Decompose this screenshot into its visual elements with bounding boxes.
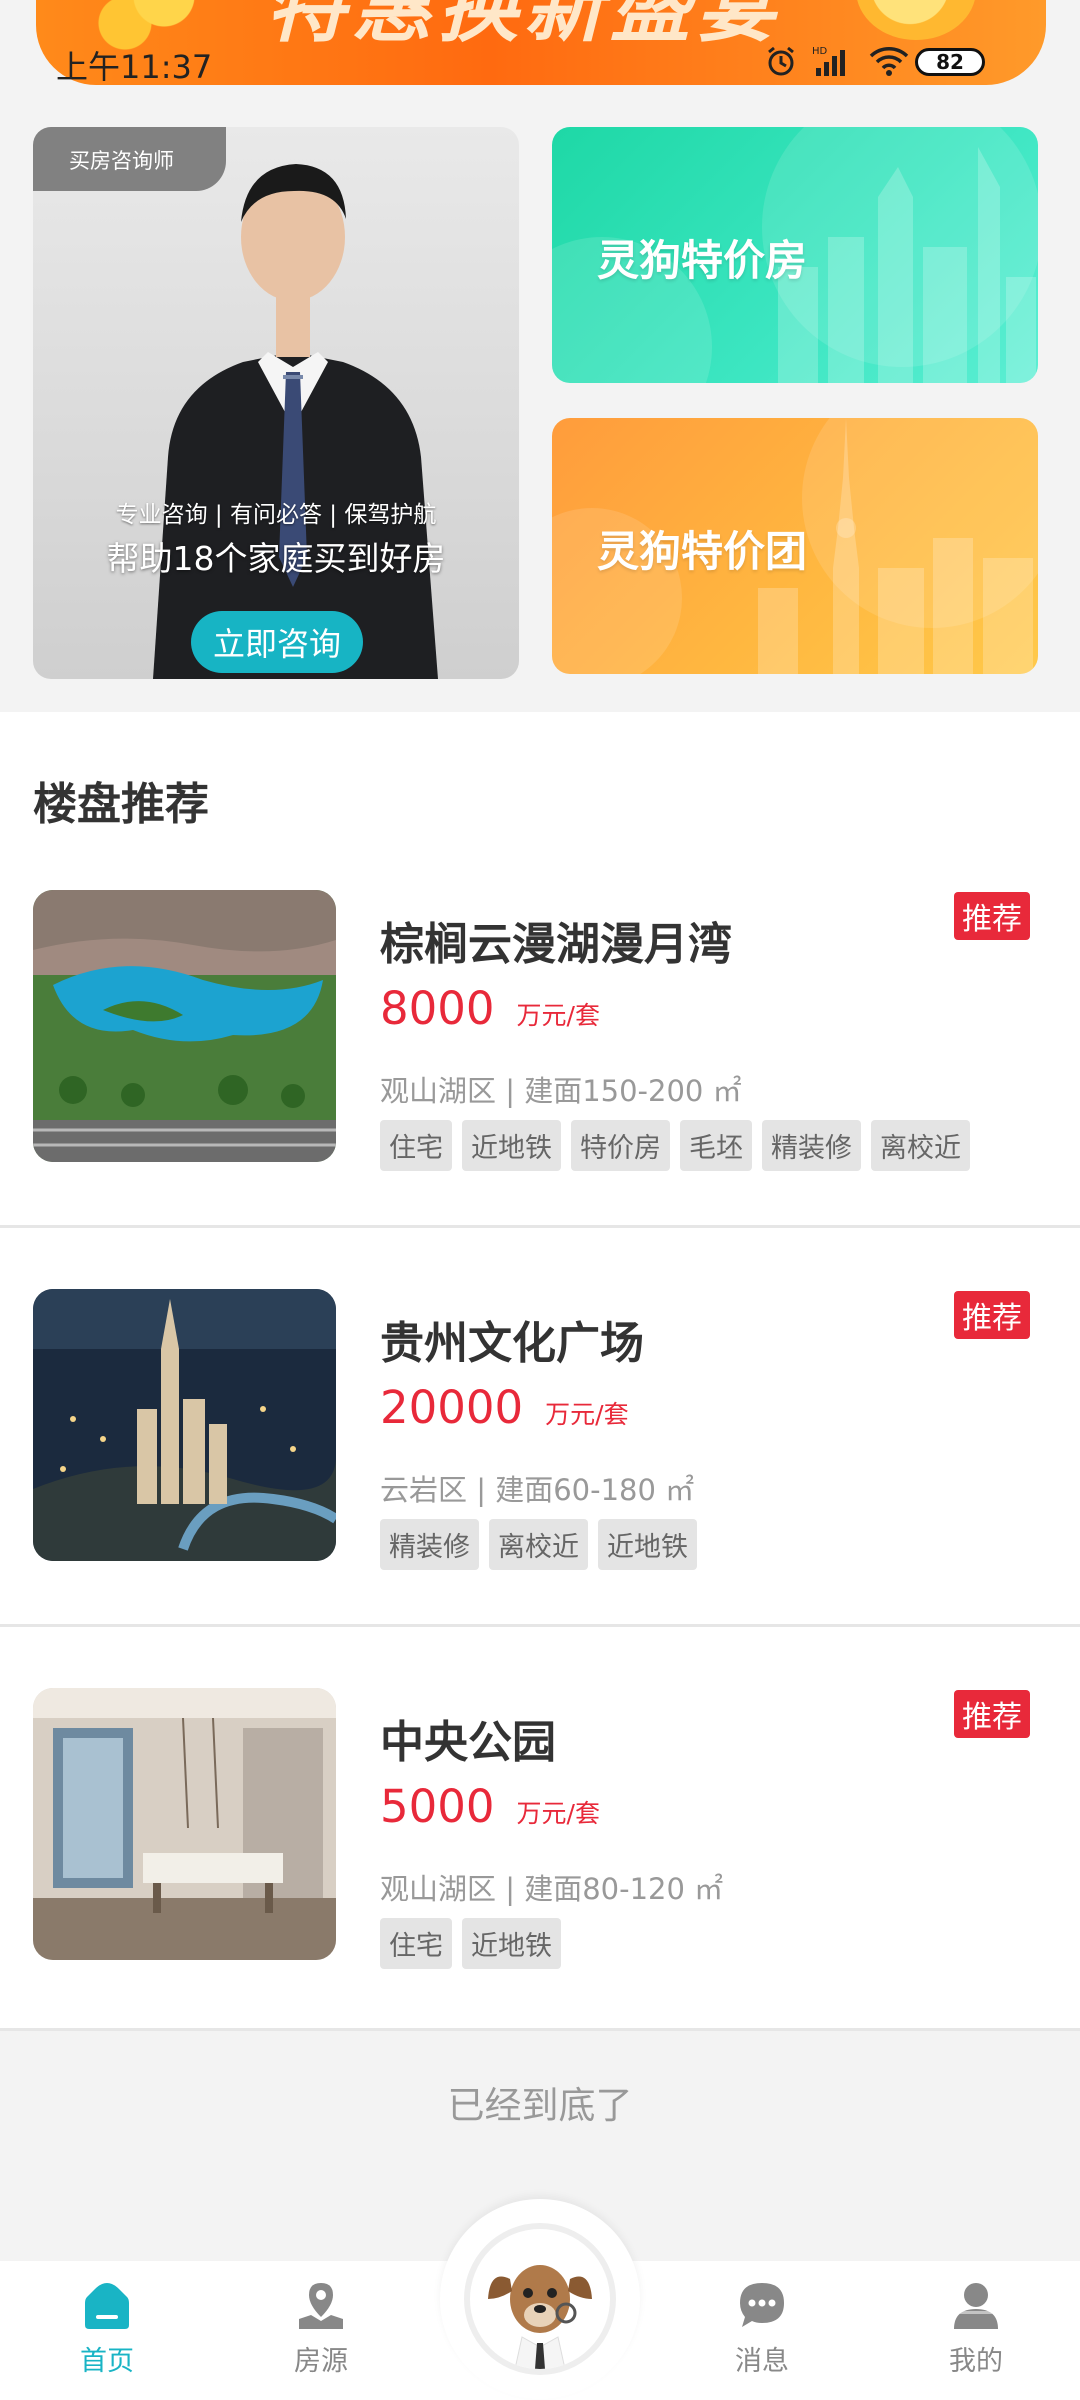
nav-home-label: 首页 [80, 2346, 134, 2377]
listing-photo [33, 890, 336, 1162]
nav-mine[interactable]: 我的 [906, 2281, 1046, 2378]
listing-item[interactable]: 中央公园 推荐 5000 万元/套 观山湖区 | 建面80-120 ㎡ 住宅 近… [0, 1628, 1080, 2031]
listing-photo [33, 1688, 336, 1960]
listing-price: 5000 [380, 1780, 495, 1833]
listing-price: 8000 [380, 982, 495, 1035]
nav-messages[interactable]: 消息 [692, 2281, 832, 2378]
nav-listings-label: 房源 [294, 2346, 348, 2377]
listing-tags: 住宅 近地铁 特价房 毛坯 精装修 离校近 [380, 1120, 970, 1171]
listing-location-area: 云岩区 | 建面60-180 ㎡ [380, 1473, 695, 1507]
special-price-group-card[interactable]: 灵狗特价团 [552, 418, 1038, 674]
map-pin-icon [299, 2283, 343, 2329]
listing-tags: 住宅 近地铁 [380, 1918, 561, 1969]
nav-messages-label: 消息 [735, 2346, 789, 2377]
special-price-house-card[interactable]: 灵狗特价房 [552, 127, 1038, 383]
home-icon [85, 2283, 129, 2329]
consultant-subtitle: 专业咨询 | 有问必答 | 保驾护航 [115, 502, 437, 528]
nav-mine-label: 我的 [949, 2346, 1003, 2377]
battery-indicator: 82 [915, 48, 985, 76]
price-unit: 万元/套 [516, 1001, 600, 1030]
recommended-badge: 推荐 [954, 1291, 1030, 1339]
nav-listings[interactable]: 房源 [251, 2281, 391, 2378]
listing-item[interactable]: 棕榈云漫湖漫月湾 推荐 8000 万元/套 观山湖区 | 建面150-200 ㎡… [0, 830, 1080, 1228]
listing-item[interactable]: 贵州文化广场 推荐 20000 万元/套 云岩区 | 建面60-180 ㎡ 精装… [0, 1229, 1080, 1627]
status-bar: 上午11:37 HD 82 [0, 38, 1080, 88]
bottom-nav: 首页 房源 消息 我的 [0, 2199, 1080, 2400]
alarm-icon [768, 46, 794, 76]
user-icon [954, 2283, 998, 2329]
listing-tags: 精装修 离校近 近地铁 [380, 1519, 697, 1570]
listing-tag: 离校近 [871, 1120, 970, 1171]
listing-tag: 近地铁 [462, 1120, 561, 1171]
special-price-house-title: 灵狗特价房 [597, 236, 808, 285]
listing-name: 贵州文化广场 [380, 1318, 644, 1369]
listing-photo [33, 1289, 336, 1561]
listing-tag: 精装修 [762, 1120, 861, 1171]
consultant-headline: 帮助18个家庭买到好房 [106, 539, 446, 578]
listing-name: 棕榈云漫湖漫月湾 [380, 919, 732, 970]
listing-location-area: 观山湖区 | 建面80-120 ㎡ [380, 1872, 724, 1906]
listing-tag: 精装修 [380, 1519, 479, 1570]
end-of-list-text: 已经到底了 [447, 2084, 633, 2127]
special-price-group-title: 灵狗特价团 [597, 527, 808, 576]
consultant-tag: 买房咨询师 [33, 127, 226, 191]
listing-tag: 特价房 [571, 1120, 670, 1171]
consult-now-button[interactable]: 立即咨询 [191, 611, 363, 673]
section-title: 楼盘推荐 [33, 779, 209, 830]
price-unit: 万元/套 [545, 1400, 629, 1429]
recommended-badge: 推荐 [954, 1690, 1030, 1738]
coin-illustration [856, 0, 976, 40]
signal-icon: HD [812, 46, 845, 76]
listing-tag: 近地铁 [462, 1918, 561, 1969]
listing-name: 中央公园 [380, 1717, 556, 1768]
listing-price: 20000 [380, 1381, 524, 1434]
listing-tag: 离校近 [489, 1519, 588, 1570]
dog-mascot-icon [488, 2265, 592, 2369]
center-dog-avatar-button[interactable] [464, 2223, 616, 2375]
listing-tag: 毛坯 [680, 1120, 752, 1171]
chat-icon [740, 2283, 784, 2327]
svg-text:HD: HD [812, 46, 828, 57]
listing-tag: 住宅 [380, 1918, 452, 1969]
price-unit: 万元/套 [516, 1799, 600, 1828]
recommended-badge: 推荐 [954, 892, 1030, 940]
listing-tag: 住宅 [380, 1120, 452, 1171]
consultant-photo [153, 164, 438, 679]
promo-section: 买房咨询师 专业咨询 | 有问必答 | 保驾护航 帮助18个家庭买到好房 立即咨… [0, 100, 1080, 712]
consultant-card[interactable]: 买房咨询师 专业咨询 | 有问必答 | 保驾护航 帮助18个家庭买到好房 立即咨… [33, 127, 519, 679]
nav-home[interactable]: 首页 [37, 2281, 177, 2378]
wifi-icon [869, 47, 909, 76]
listing-location-area: 观山湖区 | 建面150-200 ㎡ [380, 1074, 742, 1108]
listing-tag: 近地铁 [598, 1519, 697, 1570]
status-time: 上午11:37 [56, 48, 213, 86]
